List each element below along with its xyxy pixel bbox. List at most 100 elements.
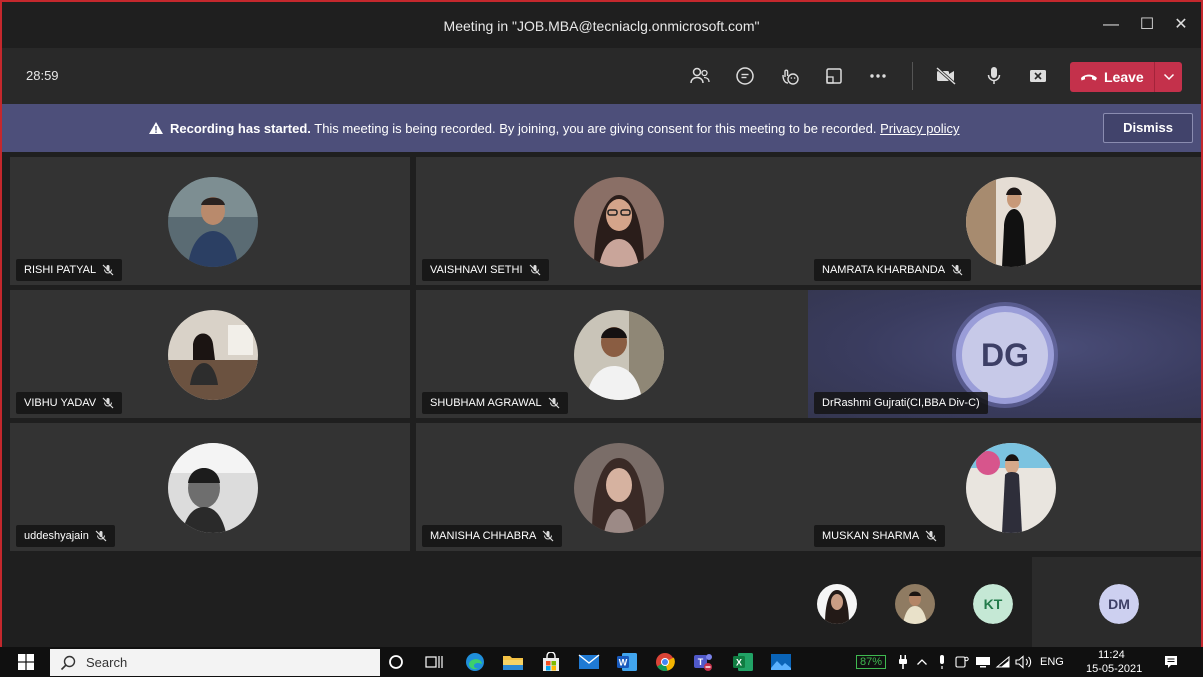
- participant-avatar: [574, 177, 664, 267]
- recording-message: Recording has started. This meeting is b…: [148, 121, 960, 136]
- file-explorer-icon[interactable]: [500, 651, 526, 673]
- windows-taskbar: Search W T X 87% ENG 11:24 15-05-2021: [0, 647, 1203, 677]
- participant-name: NAMRATA KHARBANDA: [822, 264, 946, 276]
- participant-name-tag: VAISHNAVI SETHI: [422, 259, 549, 281]
- mail-icon[interactable]: [576, 651, 602, 673]
- mic-muted-icon: [951, 264, 963, 276]
- overflow-participants-strip: KT DM: [2, 557, 1201, 649]
- more-actions-icon[interactable]: [864, 62, 892, 90]
- reactions-icon[interactable]: [776, 62, 804, 90]
- overflow-participant-avatar[interactable]: [895, 584, 935, 624]
- overflow-participant-initials[interactable]: DM: [1099, 584, 1139, 624]
- participant-name: DrRashmi Gujrati(CI,BBA Div-C): [822, 397, 980, 409]
- clock-time[interactable]: 11:24: [1098, 649, 1125, 661]
- participant-name: RISHI PATYAL: [24, 264, 97, 276]
- mic-muted-icon: [102, 397, 114, 409]
- participants-icon[interactable]: [686, 62, 714, 90]
- active-speaker-tile[interactable]: DG DrRashmi Gujrati(CI,BBA Div-C): [808, 290, 1201, 418]
- meeting-timer: 28:59: [26, 68, 59, 83]
- participant-name: MUSKAN SHARMA: [822, 530, 920, 542]
- participant-name: uddeshyajain: [24, 530, 89, 542]
- participant-tile[interactable]: MANISHA CHHABRA: [416, 423, 816, 551]
- overflow-participant-avatar[interactable]: [817, 584, 857, 624]
- participant-avatar: [574, 443, 664, 533]
- participant-tile[interactable]: VAISHNAVI SETHI: [416, 157, 816, 285]
- tray-display-icon: [974, 651, 992, 673]
- mic-muted-icon: [95, 530, 107, 542]
- minimize-button[interactable]: —: [1096, 10, 1126, 40]
- share-tray-icon[interactable]: [820, 62, 848, 90]
- participant-tile[interactable]: SHUBHAM AGRAWAL: [416, 290, 816, 418]
- participant-name: VAISHNAVI SETHI: [430, 264, 523, 276]
- recording-title: Recording has started.: [170, 121, 311, 136]
- tray-microphone-icon: [934, 651, 950, 673]
- meeting-toolbar: 28:59 Leave: [2, 48, 1201, 104]
- mic-muted-icon: [548, 397, 560, 409]
- participant-avatar: [168, 177, 258, 267]
- svg-text:X: X: [736, 658, 742, 668]
- dismiss-button[interactable]: Dismiss: [1103, 113, 1193, 143]
- battery-percentage: 87%: [855, 655, 887, 669]
- leave-main[interactable]: Leave: [1070, 62, 1154, 92]
- language-indicator[interactable]: ENG: [1040, 656, 1064, 668]
- participant-name-tag: uddeshyajain: [16, 525, 115, 547]
- participant-initials-avatar: DG: [956, 306, 1054, 404]
- chrome-icon[interactable]: [652, 651, 678, 673]
- participant-tile[interactable]: VIBHU YADAV: [10, 290, 410, 418]
- edge-icon[interactable]: [462, 651, 488, 673]
- tray-teams-icon: [954, 651, 970, 673]
- participant-avatar: [966, 177, 1056, 267]
- word-icon[interactable]: W: [614, 651, 640, 673]
- mic-muted-icon: [542, 530, 554, 542]
- taskbar-search-box[interactable]: Search: [50, 649, 380, 676]
- leave-button[interactable]: Leave: [1070, 62, 1182, 92]
- svg-text:T: T: [698, 657, 704, 667]
- window-title: Meeting in "JOB.MBA@tecniaclg.onmicrosof…: [443, 18, 760, 34]
- recording-banner: Recording has started. This meeting is b…: [2, 104, 1201, 152]
- participant-name-tag: NAMRATA KHARBANDA: [814, 259, 972, 281]
- cortana-icon[interactable]: [384, 651, 408, 673]
- volume-icon[interactable]: [1014, 651, 1036, 673]
- participant-name-tag: DrRashmi Gujrati(CI,BBA Div-C): [814, 392, 988, 414]
- privacy-policy-link[interactable]: Privacy policy: [880, 121, 959, 136]
- svg-text:W: W: [619, 658, 628, 668]
- close-button[interactable]: ✕: [1166, 10, 1196, 40]
- power-plug-icon: [896, 651, 910, 673]
- title-bar: Meeting in "JOB.MBA@tecniaclg.onmicrosof…: [2, 2, 1201, 48]
- notifications-icon[interactable]: [1160, 651, 1182, 673]
- participant-avatar: [168, 443, 258, 533]
- share-screen-icon[interactable]: [1024, 62, 1052, 90]
- wifi-icon[interactable]: [994, 651, 1012, 673]
- microphone-icon[interactable]: [980, 62, 1008, 90]
- microsoft-store-icon[interactable]: [538, 651, 564, 673]
- participant-name-tag: VIBHU YADAV: [16, 392, 123, 414]
- participant-tile[interactable]: NAMRATA KHARBANDA: [808, 157, 1201, 285]
- participant-tile[interactable]: RISHI PATYAL: [10, 157, 410, 285]
- participant-avatar: [168, 310, 258, 400]
- overflow-tile[interactable]: DM: [1032, 557, 1201, 649]
- participant-name-tag: MANISHA CHHABRA: [422, 525, 563, 547]
- participant-tile[interactable]: uddeshyajain: [10, 423, 410, 551]
- participant-avatar: [966, 443, 1056, 533]
- participant-tile[interactable]: MUSKAN SHARMA: [808, 423, 1201, 551]
- kt-initials: KT: [973, 584, 1013, 624]
- search-placeholder: Search: [86, 655, 128, 670]
- leave-options-chevron-icon[interactable]: [1155, 73, 1182, 81]
- mic-muted-icon: [529, 264, 540, 276]
- toolbar-divider: [912, 62, 913, 90]
- battery-indicator[interactable]: 87%: [846, 651, 896, 673]
- overflow-participant-initials[interactable]: KT: [973, 584, 1013, 624]
- task-view-icon[interactable]: [422, 651, 446, 673]
- show-hidden-icons-chevron-icon[interactable]: [914, 651, 930, 673]
- camera-off-icon[interactable]: [932, 62, 960, 90]
- excel-icon[interactable]: X: [730, 651, 756, 673]
- leave-label: Leave: [1104, 69, 1144, 85]
- search-icon: [60, 655, 76, 670]
- maximize-button[interactable]: ☐: [1132, 10, 1162, 40]
- teams-icon[interactable]: T: [690, 651, 716, 673]
- clock-date[interactable]: 15-05-2021: [1086, 663, 1142, 675]
- participant-name-tag: SHUBHAM AGRAWAL: [422, 392, 568, 414]
- chat-icon[interactable]: [731, 62, 759, 90]
- photos-icon[interactable]: [768, 651, 794, 673]
- windows-start-icon[interactable]: [14, 651, 38, 673]
